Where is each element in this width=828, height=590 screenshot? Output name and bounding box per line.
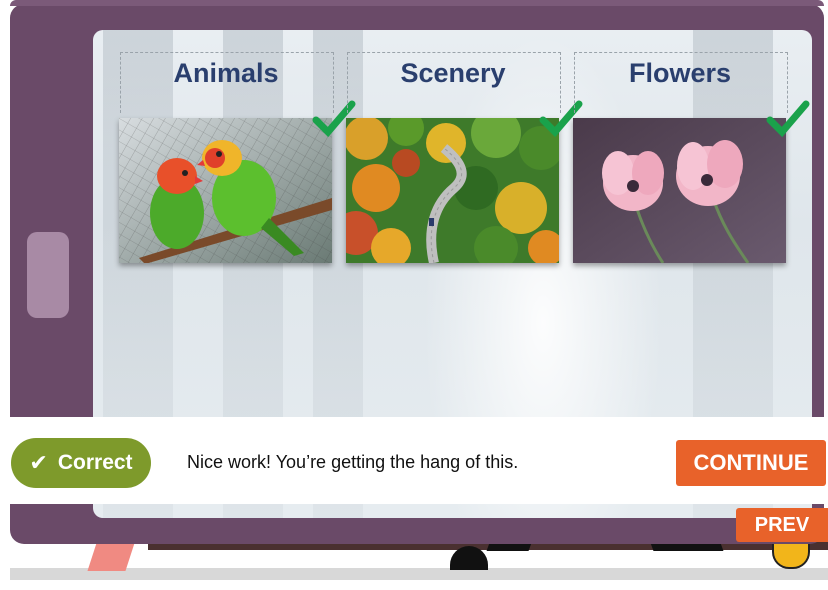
tablet-frame-edge <box>10 0 824 6</box>
background-gray-bar <box>10 568 828 580</box>
category-animals[interactable]: Animals <box>119 52 356 264</box>
correct-badge: ✔ Correct <box>11 438 151 488</box>
autumn-forest-road-photo[interactable] <box>346 118 559 263</box>
checkmark-icon <box>766 100 810 138</box>
category-title: Scenery <box>400 58 506 88</box>
background-decoration <box>650 543 724 551</box>
tablet-home-button[interactable] <box>27 232 69 318</box>
prev-button[interactable]: PREV <box>736 508 828 542</box>
correct-label: Correct <box>57 451 133 474</box>
pink-tulips-photo[interactable] <box>573 118 786 263</box>
background-decoration <box>486 543 532 551</box>
category-title: Flowers <box>628 58 732 88</box>
continue-button[interactable]: CONTINUE <box>676 440 826 486</box>
feedback-message: Nice work! You’re getting the hang of th… <box>187 452 519 472</box>
category-title: Animals <box>173 58 279 88</box>
category-scenery[interactable]: Scenery <box>346 52 583 264</box>
lovebirds-photo[interactable] <box>119 118 332 263</box>
checkmark-icon: ✔ <box>29 450 48 475</box>
category-flowers[interactable]: Flowers <box>573 52 810 264</box>
